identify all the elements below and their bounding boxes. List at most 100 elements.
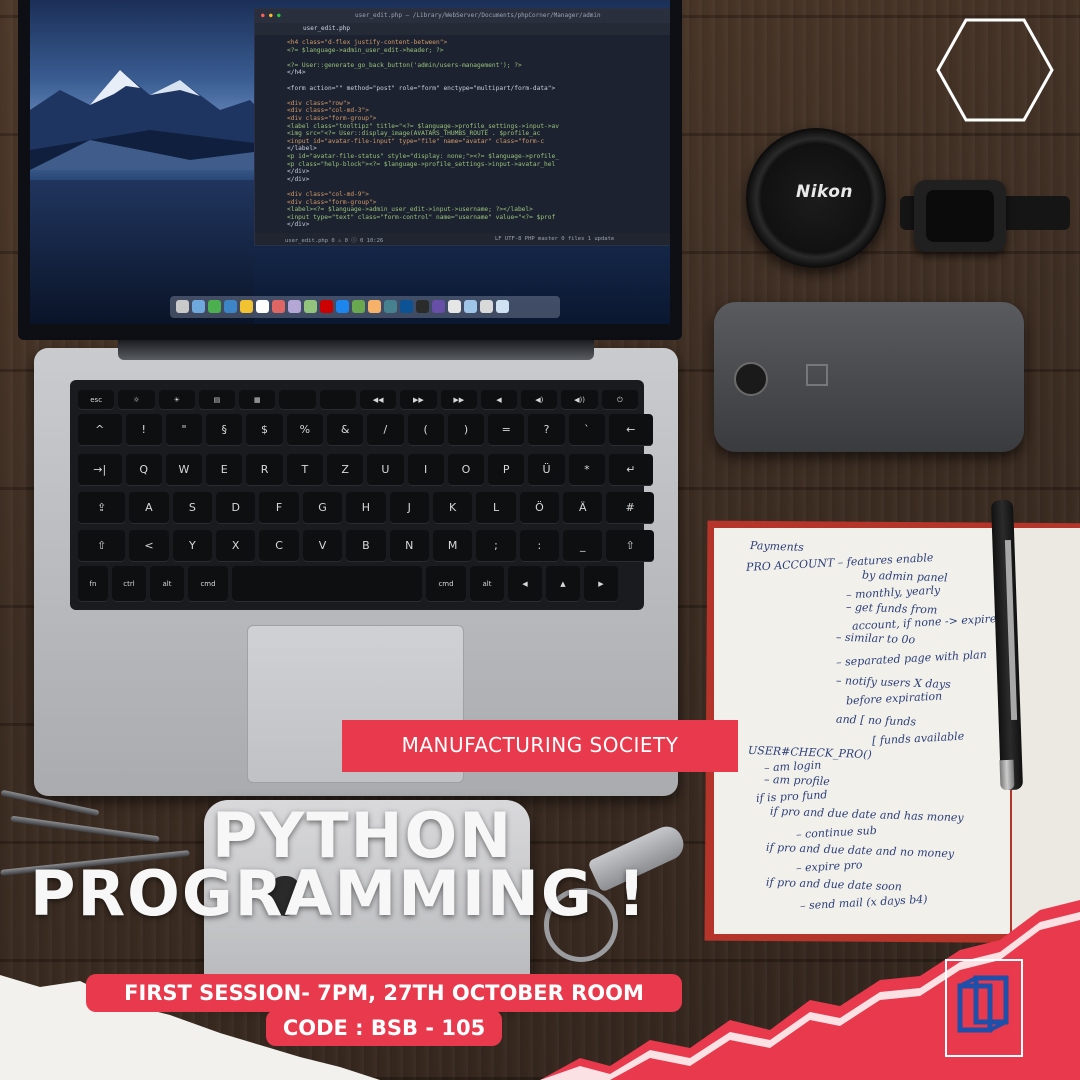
keyboard-key[interactable]: cmd [426, 566, 466, 602]
keyboard-key[interactable]: ) [447, 414, 485, 446]
keyboard-key[interactable]: A [129, 492, 169, 524]
keyboard-key[interactable] [232, 566, 422, 602]
keyboard-key[interactable]: O [447, 454, 485, 486]
keyboard-key[interactable]: ▶▶ [400, 390, 437, 410]
keyboard-key[interactable]: ▶ [584, 566, 618, 602]
keyboard-key[interactable]: ◀)) [561, 390, 598, 410]
keyboard-key[interactable]: cmd [188, 566, 228, 602]
keyboard-key[interactable]: S [172, 492, 213, 524]
keyboard-key[interactable]: ⇪ [78, 492, 126, 524]
keyboard-key[interactable]: ` [568, 414, 605, 446]
appstore-icon[interactable] [336, 300, 349, 313]
keyboard-key[interactable]: Q [125, 454, 162, 486]
laptop-screen: ● ● ● user_edit.php — /Library/WebServer… [30, 0, 670, 324]
keyboard-key[interactable]: ◀) [521, 390, 558, 410]
keyboard-key[interactable]: Ä [563, 492, 603, 524]
keyboard-key[interactable]: fn [78, 566, 108, 602]
finder-icon[interactable] [176, 300, 189, 313]
keyboard-key[interactable]: ◀ [508, 566, 542, 602]
keyboard-key[interactable]: W [165, 454, 203, 486]
keyboard-key[interactable]: Ö [519, 492, 560, 524]
keyboard-key[interactable]: V [302, 530, 343, 562]
keyboard-key[interactable]: ← [608, 414, 653, 446]
music-icon[interactable] [320, 300, 333, 313]
keyboard-key[interactable]: # [606, 492, 654, 524]
calendar-icon[interactable] [256, 300, 269, 313]
downloads-icon[interactable] [480, 300, 493, 313]
keyboard-key[interactable]: P [488, 454, 525, 486]
keyboard-key[interactable]: ◀ [480, 390, 518, 410]
keyboard-key[interactable]: N [389, 530, 429, 562]
settings-icon[interactable] [368, 300, 381, 313]
keyboard-key[interactable]: ▦ [239, 390, 276, 410]
keyboard-key[interactable]: § [206, 414, 243, 446]
terminal-icon[interactable] [384, 300, 397, 313]
keyboard-key[interactable] [279, 390, 316, 410]
keyboard-key[interactable]: →| [78, 454, 122, 486]
keyboard-key[interactable]: ctrl [112, 566, 146, 602]
keyboard-key[interactable]: Z [326, 454, 364, 486]
keyboard-key[interactable]: ▲ [546, 566, 580, 602]
keyboard-key[interactable]: M [432, 530, 473, 562]
keyboard-key[interactable]: ⏻ [601, 390, 638, 410]
keyboard-key[interactable]: B [346, 530, 386, 562]
keyboard-key[interactable]: _ [563, 530, 603, 562]
keyboard-key[interactable]: ! [125, 414, 162, 446]
keyboard-key[interactable]: H [346, 492, 386, 524]
keyboard-key[interactable]: ? [528, 414, 565, 446]
keyboard-key[interactable]: ↵ [608, 454, 653, 486]
keyboard-key[interactable]: X [216, 530, 256, 562]
keyboard-key[interactable]: G [302, 492, 343, 524]
safari-icon[interactable] [224, 300, 237, 313]
keyboard-key[interactable]: & [326, 414, 364, 446]
keyboard-key[interactable]: ☀ [158, 390, 195, 410]
keyboard-key[interactable]: F [259, 492, 299, 524]
keyboard-key[interactable]: " [165, 414, 203, 446]
keyboard-key[interactable]: ☼ [118, 390, 155, 410]
folder-icon[interactable] [464, 300, 477, 313]
chrome-icon[interactable] [208, 300, 221, 313]
vscode-icon[interactable] [400, 300, 413, 313]
keyboard-key[interactable]: ; [476, 530, 516, 562]
keyboard-key[interactable]: U [367, 454, 404, 486]
keyboard-key[interactable]: < [129, 530, 169, 562]
reminders-icon[interactable] [272, 300, 285, 313]
launchpad-icon[interactable] [192, 300, 205, 313]
keyboard-key[interactable]: ▶▶ [440, 390, 477, 410]
keyboard-key[interactable]: alt [150, 566, 184, 602]
keyboard-key[interactable]: E [206, 454, 243, 486]
keyboard-key[interactable]: R [246, 454, 283, 486]
keyboard-key[interactable]: ▤ [198, 390, 236, 410]
keyboard-key[interactable]: ⇧ [78, 530, 126, 562]
trash-icon[interactable] [496, 300, 509, 313]
keyboard-key[interactable]: ( [407, 414, 444, 446]
keyboard-key[interactable]: : [519, 530, 560, 562]
keyboard-key[interactable]: Ü [528, 454, 565, 486]
photos-icon[interactable] [288, 300, 301, 313]
keyboard-key[interactable]: C [259, 530, 299, 562]
keyboard-key[interactable]: I [407, 454, 444, 486]
keyboard-key[interactable]: alt [470, 566, 504, 602]
preview-icon[interactable] [448, 300, 461, 313]
keyboard-key[interactable] [319, 390, 356, 410]
editor-icon[interactable] [416, 300, 429, 313]
keyboard-key[interactable]: ⇧ [606, 530, 654, 562]
keyboard-key[interactable]: T [286, 454, 323, 486]
keyboard-key[interactable]: $ [246, 414, 283, 446]
skype-icon[interactable] [352, 300, 365, 313]
messages-icon[interactable] [304, 300, 317, 313]
keyboard-key[interactable]: = [488, 414, 525, 446]
keyboard-key[interactable]: K [432, 492, 473, 524]
keyboard-key[interactable]: L [476, 492, 516, 524]
keyboard-key[interactable]: ◀◀ [360, 390, 397, 410]
keyboard-key[interactable]: D [216, 492, 256, 524]
keyboard-key[interactable]: % [286, 414, 323, 446]
keyboard-key[interactable]: * [568, 454, 605, 486]
keyboard-key[interactable]: / [367, 414, 404, 446]
notes-icon[interactable] [240, 300, 253, 313]
photoshop-icon[interactable] [432, 300, 445, 313]
keyboard-key[interactable]: ^ [78, 414, 122, 446]
keyboard-key[interactable]: esc [78, 390, 115, 410]
keyboard-key[interactable]: Y [172, 530, 213, 562]
keyboard-key[interactable]: J [389, 492, 429, 524]
